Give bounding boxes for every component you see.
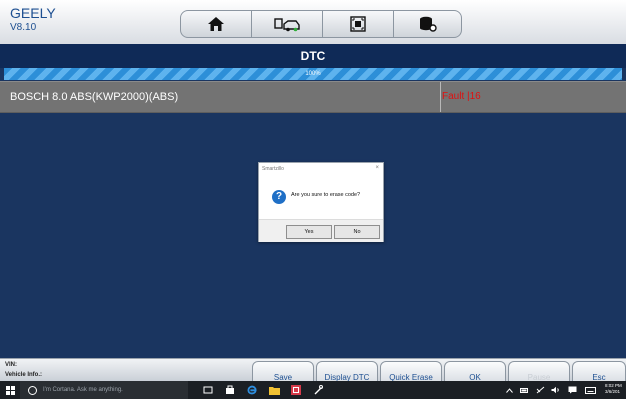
vehicle-connect-button[interactable] bbox=[251, 10, 323, 38]
dialog-message: Are you sure to erase code? bbox=[291, 192, 361, 198]
windows-taskbar: I'm Cortana. Ask me anything. 8:02 PM 3/… bbox=[0, 381, 626, 399]
home-icon bbox=[208, 17, 224, 31]
no-button[interactable]: No bbox=[334, 225, 380, 239]
tool-app-button[interactable] bbox=[310, 381, 326, 399]
search-placeholder: I'm Cortana. Ask me anything. bbox=[43, 387, 123, 393]
vehicle-info-label: Vehicle Info.: bbox=[5, 372, 43, 378]
volume-button[interactable] bbox=[549, 381, 561, 399]
system-clock[interactable]: 8:02 PM 3/6/201 bbox=[605, 383, 622, 395]
app-version: V8.10 bbox=[10, 22, 37, 33]
dialog-footer: Yes No bbox=[259, 219, 383, 242]
close-icon[interactable]: × bbox=[375, 165, 379, 171]
network-button[interactable] bbox=[534, 381, 546, 399]
clock-date: 3/6/201 bbox=[605, 389, 621, 394]
page-title: DTC bbox=[0, 44, 626, 68]
confirm-dialog: Smartzillo × ? Are you sure to erase cod… bbox=[258, 162, 384, 242]
progress-bar: 100% bbox=[4, 68, 622, 80]
progress-label: 100% bbox=[305, 71, 321, 77]
battery-icon bbox=[519, 387, 528, 393]
home-button[interactable] bbox=[180, 10, 252, 38]
keyboard-button[interactable] bbox=[583, 381, 597, 399]
cortana-icon bbox=[28, 385, 37, 395]
tray-expand-button[interactable] bbox=[504, 381, 514, 399]
car-connect-icon bbox=[274, 18, 300, 32]
database-settings-icon bbox=[419, 16, 437, 32]
wrench-icon bbox=[314, 385, 323, 395]
volume-icon bbox=[551, 386, 559, 394]
question-icon: ? bbox=[272, 190, 286, 204]
windows-logo-icon bbox=[5, 385, 15, 395]
store-button[interactable] bbox=[222, 381, 238, 399]
chevron-up-icon bbox=[505, 387, 513, 393]
task-view-button[interactable] bbox=[200, 381, 216, 399]
screenshot-icon bbox=[350, 16, 366, 32]
yes-button[interactable]: Yes bbox=[286, 225, 332, 239]
file-explorer-button[interactable] bbox=[266, 381, 282, 399]
edge-button[interactable] bbox=[244, 381, 260, 399]
battery-button[interactable] bbox=[518, 381, 530, 399]
red-app-icon bbox=[291, 385, 301, 395]
brand-name: GEELY bbox=[10, 5, 56, 21]
start-button[interactable] bbox=[2, 381, 18, 399]
list-item[interactable]: BOSCH 8.0 ABS(KWP2000)(ABS) Fault |16 bbox=[0, 81, 626, 113]
edge-icon bbox=[247, 385, 257, 395]
keyboard-icon bbox=[584, 386, 596, 394]
column-divider bbox=[440, 82, 441, 112]
app-button[interactable] bbox=[288, 381, 304, 399]
notifications-button[interactable] bbox=[566, 381, 578, 399]
fault-status: Fault |16 bbox=[442, 91, 481, 102]
app-window: GEELY V8.10 DTC 100% BOSCH 8.0 ABS(KWP20… bbox=[0, 0, 626, 385]
top-toolbar: GEELY V8.10 bbox=[0, 0, 626, 45]
vin-label: VIN: bbox=[5, 362, 17, 368]
system-name: BOSCH 8.0 ABS(KWP2000)(ABS) bbox=[10, 91, 179, 103]
network-icon bbox=[536, 386, 544, 394]
cortana-search-box[interactable]: I'm Cortana. Ask me anything. bbox=[20, 381, 188, 399]
brand: GEELY V8.10 bbox=[10, 5, 56, 35]
folder-icon bbox=[268, 386, 280, 395]
database-settings-button[interactable] bbox=[393, 10, 462, 38]
dialog-title: Smartzillo bbox=[262, 166, 284, 172]
store-icon bbox=[226, 385, 234, 394]
screenshot-button[interactable] bbox=[322, 10, 394, 38]
bottom-bar: VIN: Vehicle Info.: Save Display DTC Qui… bbox=[0, 358, 626, 385]
message-icon bbox=[568, 386, 576, 394]
task-view-icon bbox=[203, 386, 213, 394]
